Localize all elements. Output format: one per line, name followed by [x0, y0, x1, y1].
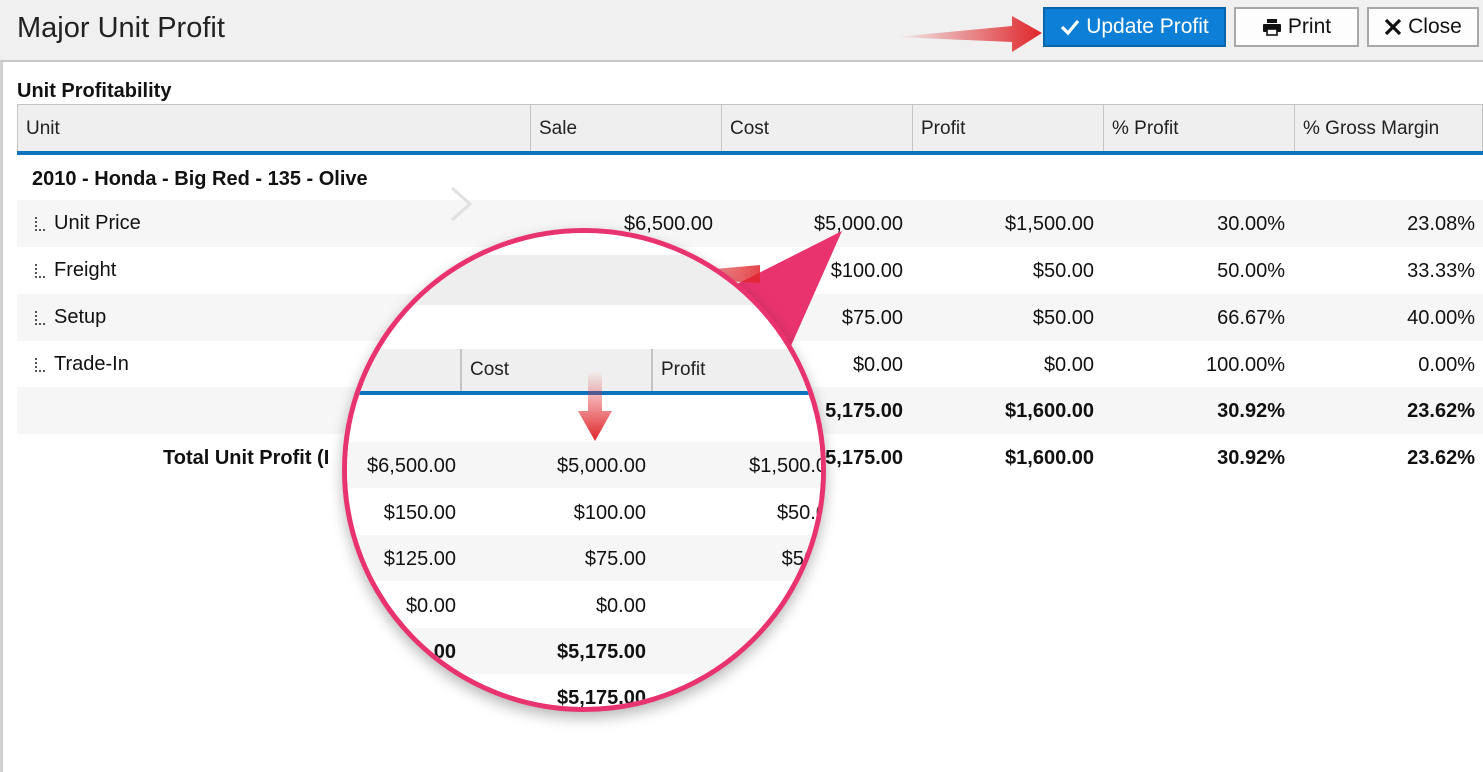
row-name: Trade-In [54, 353, 129, 375]
zoom-row: $0.00 $0.00 [347, 582, 821, 628]
zoom-row: $6,500.00 $5,000.00 $1,500.0 [347, 442, 826, 488]
tree-branch-icon [35, 357, 45, 372]
zoom-cell-cost: $100.00 [573, 502, 646, 524]
tree-branch-icon [35, 310, 45, 325]
column-header-cost[interactable]: Cost [722, 105, 913, 151]
window-left-border [0, 62, 3, 772]
column-header-profit[interactable]: Profit [913, 105, 1104, 151]
zoom-cell-profit: $50 [781, 548, 815, 570]
group-title: 2010 - Honda - Big Red - 135 - Olive [32, 168, 368, 190]
zoom-subtotal-row: .00 $5,175.00 $ [347, 628, 821, 674]
update-profit-label: Update Profit [1086, 15, 1209, 38]
zoom-column-header-sale [347, 349, 461, 393]
tree-branch-icon [35, 263, 45, 278]
subtotal-gross-margin: 23.62% [1407, 400, 1475, 422]
print-label: Print [1287, 15, 1332, 38]
cell-pct-profit: 66.67% [1217, 307, 1285, 329]
cell-gross-margin: 40.00% [1407, 307, 1475, 329]
close-icon [1385, 18, 1402, 36]
cell-cost: $75.00 [841, 307, 903, 329]
printer-icon [1262, 19, 1281, 36]
cell-pct-profit: 50.00% [1217, 260, 1285, 282]
cell-pct-profit: 100.00% [1206, 354, 1285, 376]
zoom-cell-profit: $ [751, 641, 763, 663]
cell-gross-margin: 23.08% [1407, 213, 1475, 235]
magnifier-callout: Cost Profit $6,500.00 $5,000.00 $1,500.0… [342, 228, 826, 712]
total-pct-profit: 30.92% [1217, 447, 1285, 469]
zoom-cell-cost: $75.00 [584, 548, 646, 570]
zoom-row: $125.00 $75.00 $50 [347, 535, 821, 581]
row-name: Unit Price [54, 212, 141, 234]
column-header-gross-margin[interactable]: % Gross Margin [1295, 105, 1483, 151]
zoom-column-header-cost: Cost [461, 349, 652, 393]
subtotal-profit: $1,600.00 [1005, 400, 1094, 422]
cell-pct-profit: 30.00% [1217, 213, 1285, 235]
column-header-sale[interactable]: Sale [531, 105, 722, 151]
cell-gross-margin: 33.33% [1407, 260, 1475, 282]
zoom-cell-sale: $125.00 [383, 548, 456, 570]
zoom-cell-profit: $50.0 [776, 502, 826, 524]
close-label: Close [1408, 15, 1462, 38]
zoom-cell-cost: $5,175.00 [557, 687, 646, 709]
zoom-cell-cost: $5,175.00 [557, 641, 646, 663]
cell-profit: $0.00 [1043, 354, 1094, 376]
column-header-unit[interactable]: Unit [18, 105, 531, 151]
subtotal-pct-profit: 30.92% [1217, 400, 1285, 422]
zoom-cell-cost: $5,000.00 [557, 455, 646, 477]
zoom-cell-sale: $6,500.00 [367, 455, 456, 477]
total-cost: 5,175.00 [825, 447, 903, 469]
window-title: Major Unit Profit [17, 12, 225, 44]
subtotal-cost: 5,175.00 [825, 400, 903, 422]
print-button[interactable]: Print [1234, 7, 1359, 47]
zoom-cell-profit: $1,500.0 [749, 455, 826, 477]
header-underline [17, 151, 1483, 155]
cell-profit: $50.00 [1032, 260, 1094, 282]
zoom-column-header-profit: Profit [652, 349, 821, 393]
row-name: Setup [54, 306, 107, 328]
zoom-cell-sale: .00 [428, 641, 456, 663]
zoom-cell-sale: $0.00 [405, 595, 456, 617]
zoom-grey-band [347, 255, 821, 305]
total-gross-margin: 23.62% [1407, 447, 1475, 469]
column-header-pct-profit[interactable]: % Profit [1104, 105, 1295, 151]
window-titlebar: Major Unit Profit Update Profit Print Cl… [0, 0, 1483, 62]
close-button[interactable]: Close [1367, 7, 1479, 47]
cell-profit: $1,500.00 [1005, 213, 1094, 235]
total-profit: $1,600.00 [1005, 447, 1094, 469]
checkmark-icon [1061, 19, 1080, 36]
zoom-cell-sale: $150.00 [383, 502, 456, 524]
cell-cost: $100.00 [830, 260, 903, 282]
zoom-cell-cost: $0.00 [595, 595, 646, 617]
cell-profit: $50.00 [1032, 307, 1094, 329]
cell-cost: $5,000.00 [814, 213, 903, 235]
tree-branch-icon [35, 216, 45, 231]
profit-grid: Unit Sale Cost Profit % Profit % Gross M… [17, 104, 1483, 155]
zoom-total-row: $5,175.00 [347, 674, 821, 709]
grid-header: Unit Sale Cost Profit % Profit % Gross M… [17, 104, 1483, 151]
down-arrow-icon [578, 371, 612, 441]
update-profit-button[interactable]: Update Profit [1043, 7, 1226, 47]
section-title: Unit Profitability [17, 80, 172, 102]
row-name: Freight [54, 259, 117, 281]
cell-gross-margin: 0.00% [1418, 354, 1475, 376]
zoom-row: $150.00 $100.00 $50.0 [347, 489, 826, 535]
cell-cost: $0.00 [852, 354, 903, 376]
